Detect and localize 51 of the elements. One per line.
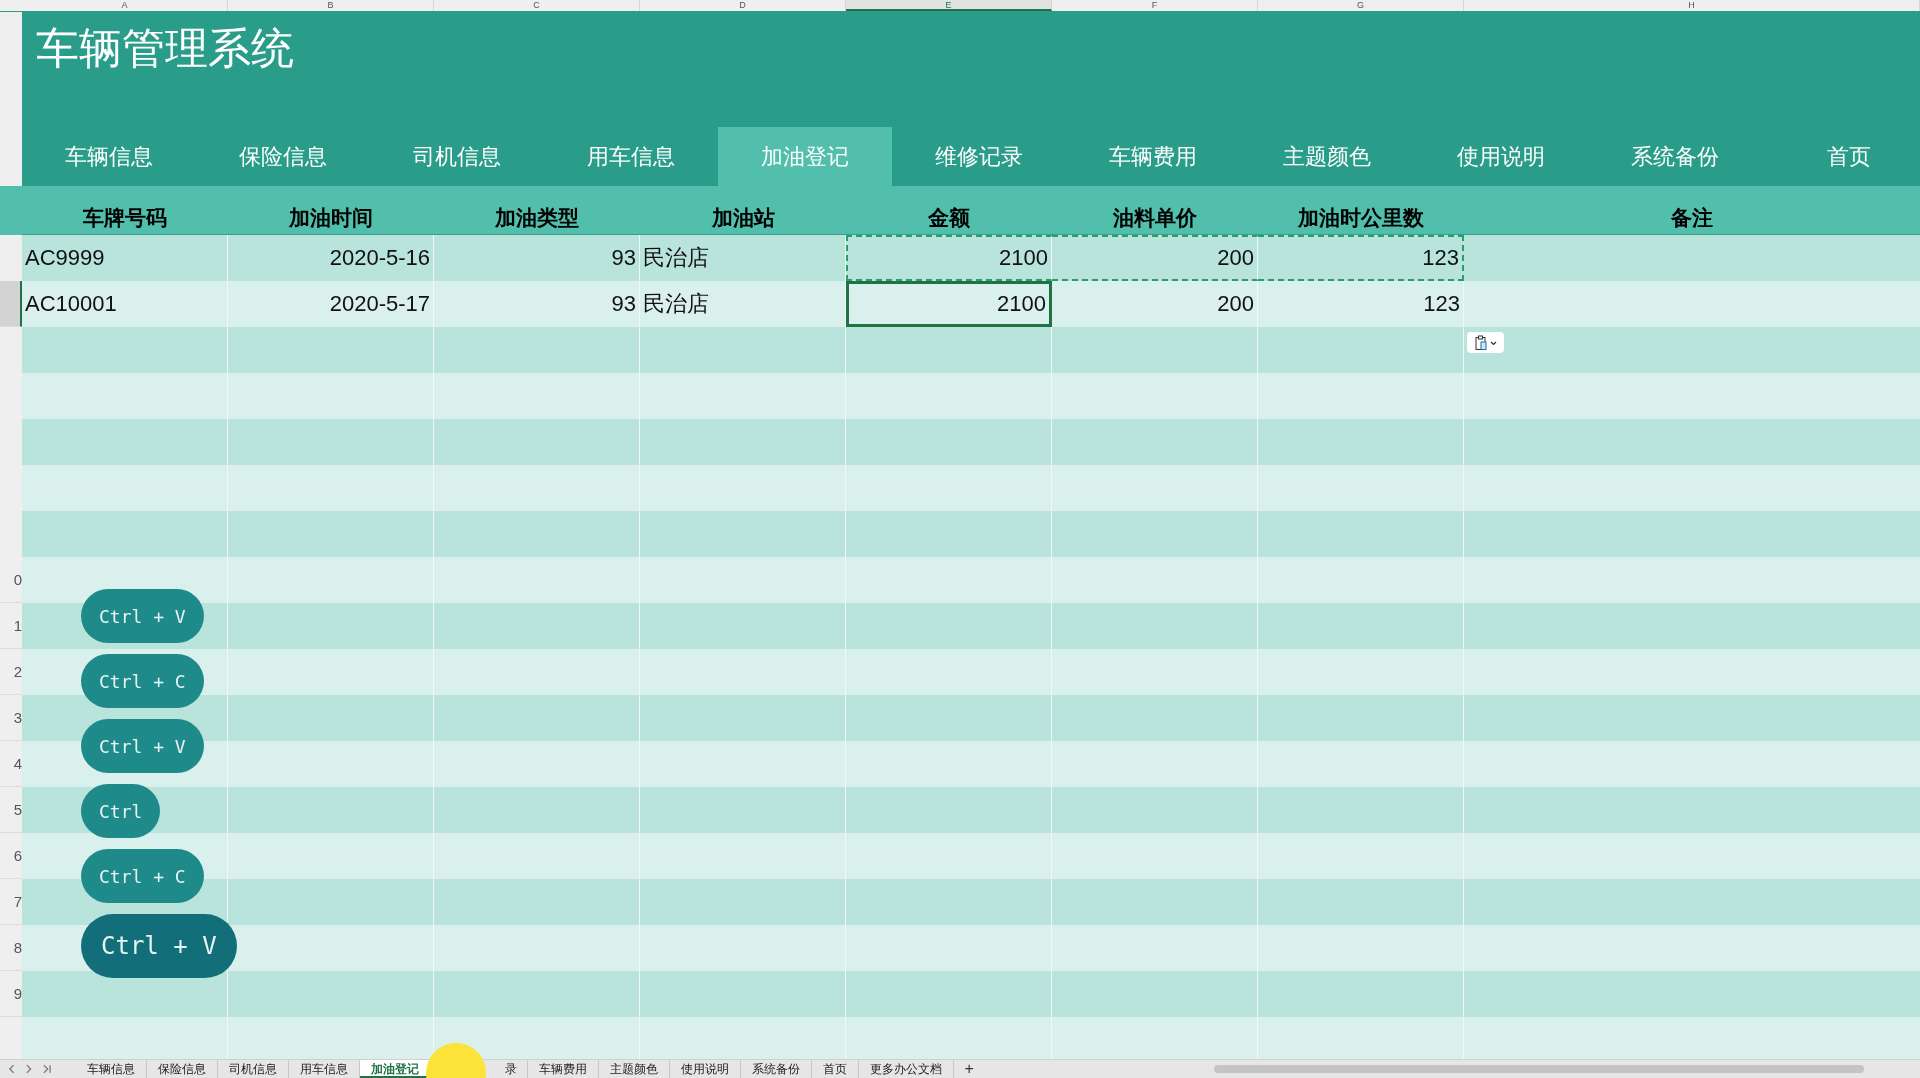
table-cell[interactable]: 93 — [434, 235, 640, 281]
column-heading: 油料单价 — [1052, 186, 1258, 235]
column-heading: 金额 — [846, 186, 1052, 235]
keystroke-badge: Ctrl + C — [81, 849, 204, 903]
table-cell[interactable]: AC10001 — [22, 281, 228, 327]
sheet-tab[interactable]: 车辆信息 — [76, 1060, 148, 1078]
column-heading: 加油站 — [640, 186, 846, 235]
keystroke-badge: Ctrl + V — [81, 914, 237, 978]
column-heading: 加油时公里数 — [1258, 186, 1464, 235]
sheet-tab[interactable]: 主题颜色 — [599, 1060, 671, 1078]
column-heading: 加油类型 — [434, 186, 640, 235]
sheet-tab[interactable]: 首页 — [812, 1060, 860, 1078]
sheet-tab[interactable]: 保险信息 — [147, 1060, 219, 1078]
paste-options-button[interactable] — [1467, 332, 1504, 353]
table-cell[interactable]: 123 — [1258, 235, 1464, 281]
table-cell[interactable]: 200 — [1052, 235, 1258, 281]
column-header[interactable]: G — [1258, 0, 1464, 11]
column-header[interactable]: C — [434, 0, 640, 11]
column-header[interactable]: A — [22, 0, 228, 11]
sheet-tab[interactable]: 更多办公文档 — [859, 1060, 955, 1078]
table-cell[interactable]: 2020-5-16 — [228, 235, 434, 281]
add-sheet-button[interactable]: + — [954, 1060, 984, 1078]
column-header[interactable]: F — [1052, 0, 1258, 11]
sheet-tab[interactable]: 录 — [495, 1060, 529, 1078]
sheet-tab[interactable]: 使用说明 — [670, 1060, 742, 1078]
sheet-tab[interactable]: 司机信息 — [218, 1060, 290, 1078]
keystroke-badge: Ctrl + C — [81, 654, 204, 708]
column-heading: 备注 — [1464, 186, 1920, 235]
row-header[interactable] — [0, 281, 22, 327]
keystroke-badge: Ctrl — [81, 784, 161, 838]
table-cell[interactable]: 123 — [1258, 281, 1464, 327]
keystroke-badge: Ctrl + V — [81, 589, 204, 643]
sheet-tab[interactable]: 车辆费用 — [528, 1060, 600, 1078]
sheet-tab[interactable]: 系统备份 — [741, 1060, 813, 1078]
keystroke-badge: Ctrl + V — [81, 719, 204, 773]
clipboard-icon[interactable] — [1472, 334, 1499, 351]
scrollbar-thumb[interactable] — [1213, 1065, 1864, 1073]
table-cell[interactable]: 93 — [434, 281, 640, 327]
table-cell[interactable]: 2100 — [846, 281, 1052, 327]
table-cell[interactable]: 民治店 — [640, 235, 846, 281]
column-heading: 车牌号码 — [22, 186, 228, 235]
table-cell[interactable]: 2100 — [846, 235, 1052, 281]
column-header[interactable]: E — [846, 0, 1052, 11]
table-cell[interactable]: 民治店 — [640, 281, 846, 327]
table-cell[interactable]: 2020-5-17 — [228, 281, 434, 327]
column-header[interactable]: B — [228, 0, 434, 11]
table-cell[interactable]: 200 — [1052, 281, 1258, 327]
app-title: 车辆管理系统 — [36, 24, 294, 72]
table-cell[interactable]: AC9999 — [22, 235, 228, 281]
column-heading: 加油时间 — [228, 186, 434, 235]
column-header[interactable]: H — [1464, 0, 1920, 11]
